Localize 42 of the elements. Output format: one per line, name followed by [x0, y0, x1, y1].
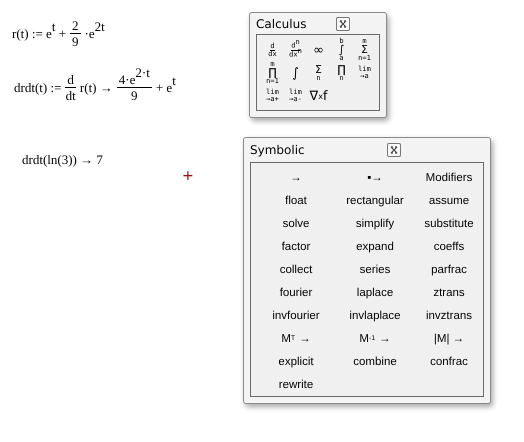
math-expression: r(t) →: [80, 80, 113, 96]
palette-button[interactable]: →: [290, 166, 302, 189]
palette-button[interactable]: assume: [428, 189, 470, 212]
palette-button[interactable]: explicit: [278, 350, 314, 373]
palette-button[interactable]: coeffs: [434, 235, 464, 258]
palette-button[interactable]: simplify: [356, 212, 394, 235]
palette-button[interactable]: Modifiers: [426, 166, 472, 189]
palette-button[interactable]: collect: [280, 258, 312, 281]
palette-button[interactable]: ∞: [308, 38, 330, 62]
palette-button[interactable]: M$^{-1}$ →: [359, 327, 391, 350]
palette-button[interactable]: series: [360, 258, 390, 281]
palette-button[interactable]: ztrans: [433, 281, 465, 304]
palette-button[interactable]: solve: [282, 212, 310, 235]
palette-button[interactable]: |M| →: [434, 327, 464, 350]
close-icon: [339, 20, 348, 28]
palette-button[interactable]: confrac: [430, 350, 468, 373]
palette-button[interactable]: substitute: [424, 212, 474, 235]
palette-button[interactable]: invztrans: [426, 304, 472, 327]
palette-title: Symbolic: [250, 143, 305, 157]
palette-button[interactable]: invlaplace: [349, 304, 401, 327]
palette-button[interactable]: rewrite: [278, 373, 314, 396]
palette-button[interactable]: ▪→: [367, 166, 383, 189]
palette-button[interactable]: float: [285, 189, 307, 212]
crosshair-cursor: +: [182, 168, 194, 184]
palette-button[interactable]: combine: [353, 350, 397, 373]
close-icon: [390, 146, 398, 154]
palette-button[interactable]: expand: [356, 235, 394, 258]
fraction: 2 9: [70, 18, 81, 49]
palette-button[interactable]: ∫: [284, 61, 306, 85]
palette-button[interactable]: invfourier: [272, 304, 320, 327]
math-expression: drdt(ln(3)) → 7: [22, 152, 103, 168]
close-button[interactable]: [336, 16, 350, 30]
palette-button[interactable]: rectangular: [346, 189, 404, 212]
palette-button[interactable]: laplace: [356, 281, 394, 304]
palette-button[interactable]: parfrac: [431, 258, 467, 281]
palette-button[interactable]: M$^{T}$ →: [281, 327, 311, 350]
palette-title: Calculus: [256, 16, 306, 30]
fraction: d dt: [65, 72, 76, 103]
close-button[interactable]: [387, 143, 402, 157]
math-expression: drdt(t) :=: [14, 80, 62, 96]
palette-button[interactable]: fourier: [280, 281, 312, 304]
palette-button[interactable]: factor: [282, 235, 310, 258]
